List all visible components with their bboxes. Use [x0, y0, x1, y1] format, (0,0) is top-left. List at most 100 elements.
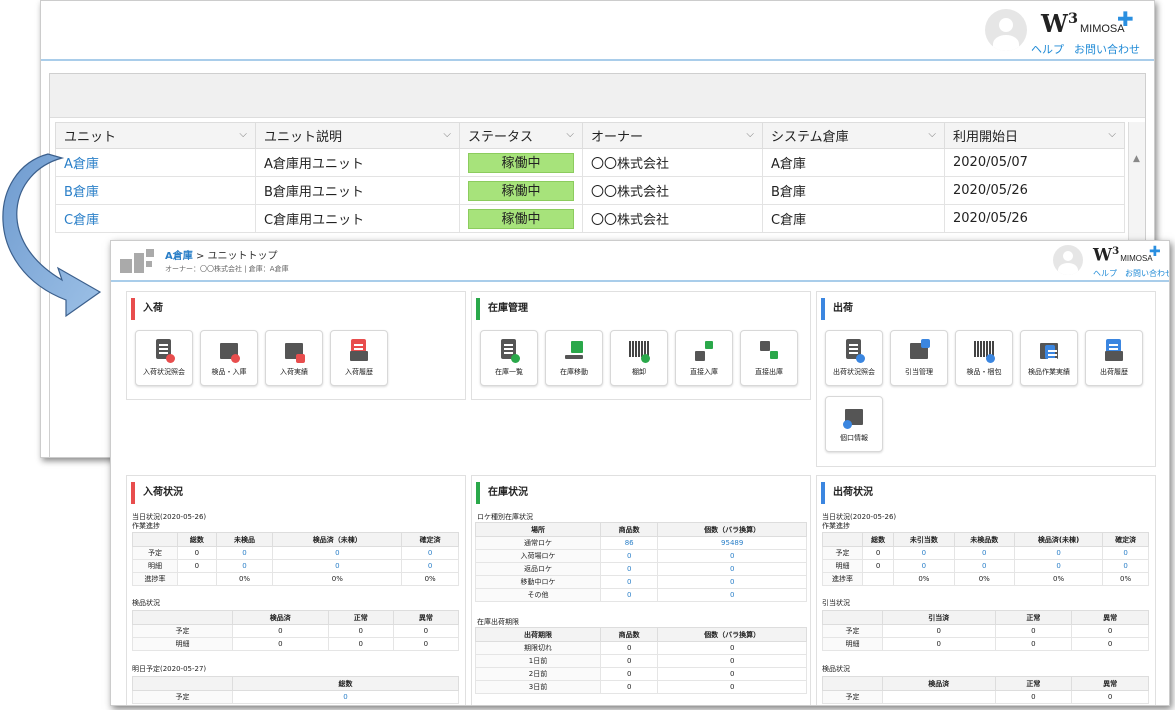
- cell[interactable]: 0: [953, 546, 1015, 560]
- th: 検品済: [882, 676, 996, 691]
- chevron-down-icon[interactable]: ⌵: [443, 129, 451, 140]
- cell: 0: [177, 559, 217, 573]
- breadcrumb-unit-link[interactable]: A倉庫: [165, 251, 193, 262]
- user-avatar-icon[interactable]: [1053, 245, 1083, 275]
- cell[interactable]: 86: [599, 536, 659, 550]
- cell[interactable]: 95489: [657, 536, 807, 550]
- cell: 0%: [1102, 572, 1149, 586]
- chevron-down-icon[interactable]: ⌵: [566, 129, 574, 140]
- inspect-receive-button[interactable]: 検品・入庫: [200, 330, 258, 386]
- cell: 明細: [132, 559, 178, 573]
- table-row[interactable]: C倉庫 C倉庫用ユニット 稼働中 〇〇株式会社 C倉庫 2020/05/26: [55, 204, 1125, 233]
- cell[interactable]: 0: [1013, 559, 1104, 573]
- table-row[interactable]: A倉庫 A倉庫用ユニット 稼働中 〇〇株式会社 A倉庫 2020/05/07: [55, 148, 1125, 177]
- cell: 0: [232, 637, 329, 651]
- stock-expiry-table: 出荷期限 商品数 個数（バラ換算） 期限切れ 0 0 1日前 0 0 2日前 0 0 3日前 0 0: [475, 627, 807, 694]
- cell: 予定: [822, 690, 883, 704]
- help-link[interactable]: ヘルプ: [1031, 43, 1064, 56]
- chevron-down-icon[interactable]: ⌵: [928, 129, 936, 140]
- th: 総数: [861, 532, 895, 547]
- cell[interactable]: 0: [1102, 559, 1149, 573]
- cell[interactable]: 0: [272, 546, 403, 560]
- th: 引当済: [882, 610, 996, 625]
- table-row[interactable]: B倉庫 B倉庫用ユニット 稼働中 〇〇株式会社 B倉庫 2020/05/26: [55, 176, 1125, 205]
- inspect-pack-button[interactable]: 検品・梱包: [955, 330, 1013, 386]
- cell[interactable]: 0: [599, 588, 659, 602]
- cell[interactable]: 0: [893, 559, 955, 573]
- package-info-button[interactable]: 個口情報: [825, 396, 883, 452]
- header-links: ヘルプ お問い合わせ: [1031, 41, 1140, 57]
- th: 検品済: [232, 610, 329, 625]
- cell[interactable]: 0: [657, 562, 807, 576]
- chevron-down-icon[interactable]: ⌵: [1108, 129, 1116, 140]
- cell[interactable]: 0: [893, 546, 955, 560]
- inbound-title: 入荷: [131, 298, 163, 320]
- col-system-warehouse[interactable]: システム倉庫 ⌵: [762, 122, 945, 149]
- app-logo-icon[interactable]: [120, 249, 160, 275]
- allocation-button[interactable]: 引当管理: [890, 330, 948, 386]
- outbound-status-panel: 出荷状況 当日状況(2020-05-26) 作業進捗 総数 未引当数 未検品数 検品済…: [816, 475, 1156, 705]
- alloc-label: 引当状況: [822, 599, 850, 607]
- status-badge: 稼働中: [468, 152, 574, 173]
- scroll-up-icon[interactable]: ▲: [1133, 154, 1140, 164]
- inbound-status-button[interactable]: 入荷状況照会: [135, 330, 193, 386]
- contact-link[interactable]: お問い合わせ: [1125, 269, 1169, 278]
- col-status[interactable]: ステータス ⌵: [459, 122, 583, 149]
- cell[interactable]: 0: [657, 549, 807, 563]
- cell[interactable]: 0: [953, 559, 1015, 573]
- unit-header: A倉庫 > ユニットトップ オーナー：〇〇株式会社 | 倉庫：A倉庫 W3MIM…: [111, 241, 1169, 282]
- inbound-status-title: 入荷状況: [131, 482, 183, 504]
- stock-list-button[interactable]: 在庫一覧: [480, 330, 538, 386]
- status-cell: 稼働中: [459, 204, 583, 233]
- table-row: 予定 0 0 0 0 0: [822, 546, 1149, 560]
- cell: [177, 572, 217, 586]
- stock-move-button[interactable]: 在庫移動: [545, 330, 603, 386]
- cell: 明細: [822, 559, 863, 573]
- cell[interactable]: 0: [657, 588, 807, 602]
- cell: その他: [475, 588, 601, 602]
- cell[interactable]: 0: [232, 690, 459, 704]
- inspection-results-button[interactable]: 検品作業実績: [1020, 330, 1078, 386]
- stocktake-button[interactable]: 棚卸: [610, 330, 668, 386]
- th: [132, 532, 178, 547]
- cell[interactable]: 0: [215, 546, 274, 560]
- outbound-status-button[interactable]: 出荷状況照会: [825, 330, 883, 386]
- inbound-history-button[interactable]: 入荷履歴: [330, 330, 388, 386]
- th: [822, 610, 883, 625]
- table-row: その他 0 0: [475, 588, 807, 602]
- cell[interactable]: 0: [1102, 546, 1149, 560]
- date-cell: 2020/05/07: [944, 148, 1125, 177]
- col-unit-desc[interactable]: ユニット説明 ⌵: [255, 122, 460, 149]
- cell: 0: [861, 559, 895, 573]
- cell[interactable]: 0: [215, 559, 274, 573]
- owner-cell: 〇〇株式会社: [582, 148, 763, 177]
- cell[interactable]: 0: [272, 559, 403, 573]
- inbound-results-button[interactable]: 入荷実績: [265, 330, 323, 386]
- cell[interactable]: 0: [401, 559, 459, 573]
- cell: [882, 690, 996, 704]
- direct-receive-button[interactable]: 直接入庫: [675, 330, 733, 386]
- cell[interactable]: 0: [599, 549, 659, 563]
- cell[interactable]: 0: [599, 575, 659, 589]
- table-row: 明細 0 0 0 0: [132, 559, 459, 573]
- col-unit[interactable]: ユニット ⌵: [55, 122, 256, 149]
- cell[interactable]: 0: [1013, 546, 1104, 560]
- cell[interactable]: 0: [657, 575, 807, 589]
- cell[interactable]: 0: [599, 562, 659, 576]
- direct-ship-button[interactable]: 直接出庫: [740, 330, 798, 386]
- user-avatar-icon[interactable]: [985, 9, 1027, 51]
- col-start-date[interactable]: 利用開始日 ⌵: [944, 122, 1125, 149]
- cell: 0: [392, 624, 460, 638]
- table-row: 返品ロケ 0 0: [475, 562, 807, 576]
- inbound-menu-panel: 入荷 入荷状況照会 検品・入庫 入荷実績 入荷履歴: [126, 291, 466, 400]
- col-owner[interactable]: オーナー ⌵: [582, 122, 763, 149]
- chevron-down-icon[interactable]: ⌵: [746, 129, 754, 140]
- contact-link[interactable]: お問い合わせ: [1074, 43, 1140, 56]
- help-link[interactable]: ヘルプ: [1093, 269, 1117, 278]
- th: 出荷期限: [475, 627, 601, 642]
- cell: 進捗率: [132, 572, 178, 586]
- outbound-history-button[interactable]: 出荷履歴: [1085, 330, 1143, 386]
- history-tray-icon: [1103, 339, 1125, 363]
- chevron-down-icon[interactable]: ⌵: [239, 129, 247, 140]
- cell[interactable]: 0: [401, 546, 459, 560]
